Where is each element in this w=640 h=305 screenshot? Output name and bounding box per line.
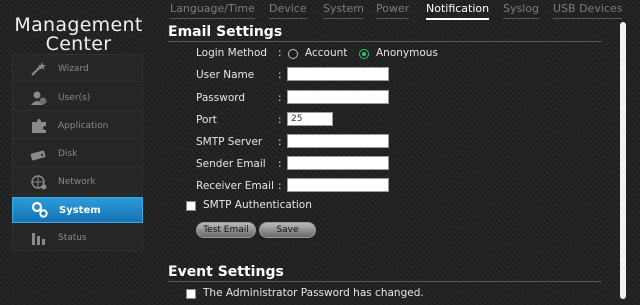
sidebar-item-application[interactable]: Application xyxy=(12,113,143,139)
tab-notification[interactable]: Notification xyxy=(426,2,490,20)
scrollbar[interactable] xyxy=(620,22,626,299)
receiver-email-label: Receiver Email xyxy=(196,180,274,192)
smtp-server-label: SMTP Server xyxy=(196,136,263,148)
tab-language-time[interactable]: Language/Time xyxy=(170,2,255,19)
receiver-email-input[interactable] xyxy=(287,178,389,192)
smtp-authentication-checkbox[interactable] xyxy=(186,201,196,211)
sender-email-input[interactable] xyxy=(287,156,389,170)
network-icon xyxy=(28,172,50,192)
sidebar-item-label: System xyxy=(59,204,101,216)
sidebar-item-status[interactable]: Status xyxy=(12,225,143,251)
tab-device[interactable]: Device xyxy=(269,2,307,19)
sidebar-item-label: Wizard xyxy=(58,63,89,74)
sender-email-label: Sender Email xyxy=(196,158,266,170)
sidebar-item-label: Status xyxy=(58,232,87,243)
password-label: Password xyxy=(196,92,246,104)
test-email-button[interactable]: Test Email xyxy=(196,222,256,238)
tab-power[interactable]: Power xyxy=(376,2,410,19)
tab-system[interactable]: System xyxy=(323,2,365,19)
password-input[interactable] xyxy=(287,90,389,104)
event-admin-password-checkbox[interactable] xyxy=(186,289,196,299)
login-method-account-label: Account xyxy=(305,47,348,59)
status-bars-icon xyxy=(28,228,50,248)
disk-icon xyxy=(28,144,50,164)
section-divider xyxy=(168,41,602,42)
event-settings-title: Event Settings xyxy=(168,264,284,280)
smtp-server-input[interactable] xyxy=(287,134,389,148)
field-colon: : xyxy=(278,180,282,192)
login-method-account-radio[interactable] xyxy=(288,49,298,59)
email-settings-title: Email Settings xyxy=(168,24,283,40)
smtp-authentication-label: SMTP Authentication xyxy=(203,199,312,211)
login-method-anonymous-label: Anonymous xyxy=(376,47,438,59)
save-button[interactable]: Save xyxy=(259,222,316,238)
gears-icon xyxy=(29,200,51,220)
tab-syslog[interactable]: Syslog xyxy=(503,2,539,19)
field-colon: : xyxy=(278,92,282,104)
login-method-label: Login Method xyxy=(196,47,268,59)
sidebar-item-disk[interactable]: Disk xyxy=(12,141,143,167)
sidebar-item-users[interactable]: User(s) xyxy=(12,85,143,111)
user-name-input[interactable] xyxy=(287,67,389,81)
sidebar-item-label: User(s) xyxy=(58,92,91,103)
app-title-line2: Center xyxy=(45,33,112,55)
port-input[interactable] xyxy=(287,112,333,126)
port-label: Port xyxy=(196,114,217,126)
tab-usb-devices[interactable]: USB Devices xyxy=(553,2,623,19)
wand-icon xyxy=(28,59,50,79)
sidebar-item-wizard[interactable]: Wizard xyxy=(12,56,143,82)
app-title: Management Center xyxy=(10,16,147,54)
sidebar-item-label: Application xyxy=(58,120,109,131)
field-colon: : xyxy=(278,69,282,81)
puzzle-icon xyxy=(28,116,50,136)
users-icon xyxy=(28,88,50,108)
login-method-anonymous-radio[interactable] xyxy=(359,49,369,59)
event-admin-password-label: The Administrator Password has changed. xyxy=(203,287,424,299)
section-divider xyxy=(168,281,602,282)
sidebar-item-label: Disk xyxy=(58,148,78,159)
field-colon: : xyxy=(278,136,282,148)
field-colon: : xyxy=(278,114,282,126)
sidebar-item-system[interactable]: System xyxy=(12,197,143,223)
field-colon: : xyxy=(278,158,282,170)
user-name-label: User Name xyxy=(196,69,255,81)
sidebar-item-network[interactable]: Network xyxy=(12,169,143,195)
field-colon: : xyxy=(278,47,282,59)
sidebar-item-label: Network xyxy=(58,176,96,187)
